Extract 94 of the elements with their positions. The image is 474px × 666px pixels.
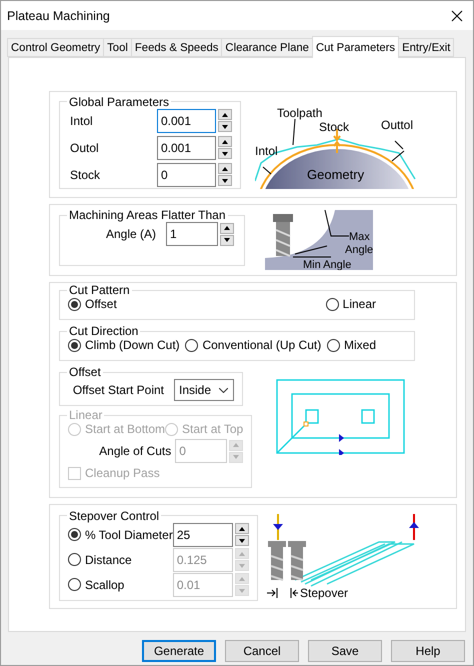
group-title: Cut Pattern [68, 283, 131, 297]
field-label: Stock [70, 168, 100, 182]
group-title: Stepover Control [68, 508, 160, 522]
diagram-label: Min Angle [303, 259, 352, 270]
spin-down-button[interactable] [234, 535, 249, 546]
leader-line [324, 210, 350, 236]
leader-line [292, 256, 332, 258]
spin-down-button[interactable] [218, 121, 232, 132]
diagram-label: Angle [345, 244, 374, 256]
dialog-button[interactable]: Cancel [225, 640, 299, 662]
dialog-button[interactable]: Save [308, 640, 382, 662]
group-title: Linear [68, 408, 104, 422]
spin-down-button[interactable] [218, 175, 232, 186]
field-label: Intol [70, 114, 93, 128]
down-arrow-icon [233, 455, 240, 459]
group-title: Machining Areas Flatter Than [68, 208, 227, 222]
tab[interactable]: Control Geometry [7, 38, 104, 57]
field-label: Angle (A) [106, 227, 156, 241]
field-label: Angle of Cuts [99, 444, 172, 458]
radio-button[interactable] [326, 338, 340, 352]
diagram-label: Intol [255, 144, 278, 158]
group-title: Global Parameters [68, 94, 170, 108]
leader-line [294, 246, 328, 254]
spin-up-button[interactable] [218, 163, 232, 174]
diagram-label: Outtol [381, 118, 414, 132]
radio-button[interactable] [326, 298, 339, 310]
radio-button[interactable] [68, 578, 81, 591]
leader-line [262, 166, 272, 174]
radio-label[interactable]: Offset [85, 297, 117, 311]
radio-label[interactable]: Mixed [344, 338, 376, 352]
radio-button[interactable] [185, 338, 198, 352]
up-arrow-icon [222, 140, 228, 144]
number-field[interactable]: 25 [172, 522, 233, 546]
number-field[interactable]: 0.001 [157, 136, 216, 160]
diagram-label: Toolpath [277, 106, 322, 120]
up-arrow-icon [222, 112, 228, 116]
down-arrow-icon [224, 238, 230, 242]
radio-button[interactable] [68, 528, 81, 541]
down-arrow-icon [238, 588, 245, 592]
radio-label[interactable]: Scallop [85, 578, 124, 592]
down-arrow-icon [222, 178, 228, 182]
up-arrow-icon [238, 552, 245, 556]
diagram-label: Stepover [300, 586, 348, 600]
radio-label[interactable]: Distance [85, 552, 132, 566]
spin-up-button[interactable] [220, 222, 234, 234]
number-field[interactable]: 0 [157, 162, 216, 186]
tab[interactable]: Cut Parameters [312, 36, 400, 58]
retract-arrow [408, 514, 419, 540]
up-arrow-icon [238, 576, 245, 580]
plunge-arrow [272, 514, 283, 540]
dialog-button[interactable]: Generate [142, 640, 216, 662]
down-arrow-icon [238, 564, 245, 568]
dimension-arrow [266, 587, 278, 598]
down-arrow-icon [238, 538, 245, 542]
spin-up-button[interactable] [218, 136, 232, 147]
radio-button[interactable] [68, 553, 81, 566]
number-field[interactable]: 1 [166, 222, 218, 246]
spin-down-button[interactable] [220, 234, 234, 246]
spin-down-button[interactable] [218, 148, 232, 159]
tab[interactable]: Clearance Plane [221, 38, 313, 57]
radio-button[interactable] [68, 298, 81, 310]
dialog-button[interactable]: Help [391, 640, 465, 662]
tab[interactable]: Entry/Exit [398, 38, 454, 57]
radio-button[interactable] [68, 338, 81, 352]
diagram-label: Stock [319, 120, 350, 134]
number-field[interactable]: 0.001 [157, 108, 216, 132]
down-arrow-icon [222, 152, 228, 156]
tab[interactable]: Tool [103, 38, 132, 57]
diagram-label: Max [349, 231, 370, 243]
group-title: Cut Direction [68, 324, 140, 338]
up-arrow-icon [224, 226, 230, 230]
end-mill-drawing [273, 214, 293, 257]
up-arrow-icon [222, 166, 228, 170]
end-mill-drawing [268, 540, 306, 580]
radio-label[interactable]: Conventional (Up Cut) [202, 338, 322, 352]
leader-line [292, 118, 296, 145]
diagram-label: Geometry [307, 166, 364, 182]
spin-up-button[interactable] [218, 109, 232, 120]
up-arrow-icon [238, 526, 245, 530]
up-arrow-icon [233, 443, 240, 447]
close-icon[interactable] [451, 10, 463, 22]
group-title: Offset [68, 365, 102, 379]
field-label: Outol [70, 140, 99, 154]
radio-label[interactable]: Climb (Down Cut) [85, 338, 180, 352]
radio-label[interactable]: % Tool Diameter [85, 528, 173, 542]
window-title: Plateau Machining [7, 8, 110, 22]
spin-up-button[interactable] [234, 523, 249, 534]
radio-label[interactable]: Linear [342, 297, 376, 311]
field-label: Offset Start Point [72, 383, 164, 397]
chevron-down-icon [219, 388, 228, 392]
dimension-arrow [290, 587, 298, 598]
dropdown[interactable]: Inside [174, 379, 234, 401]
down-arrow-icon [222, 124, 228, 128]
tab[interactable]: Feeds & Speeds [130, 38, 222, 57]
